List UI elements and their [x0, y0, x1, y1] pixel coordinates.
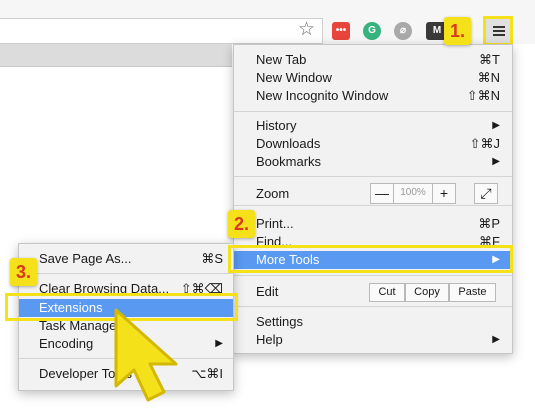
- menu-item-save-page[interactable]: Save Page As... ⌘S: [19, 250, 233, 268]
- menu-item-label: New Incognito Window: [256, 88, 389, 103]
- menu-item-label: Save Page As...: [39, 251, 132, 266]
- step-3-badge: 3.: [10, 258, 38, 286]
- shortcut-label: ⌘S: [201, 251, 223, 266]
- menu-separator: [234, 306, 512, 307]
- submenu-arrow-icon: ▶: [215, 338, 223, 349]
- menu-separator: [19, 273, 233, 274]
- hamburger-icon: [493, 26, 505, 28]
- zoom-in-button[interactable]: +: [432, 183, 456, 204]
- menu-separator: [234, 275, 512, 276]
- menu-item-label: Bookmarks: [256, 154, 322, 169]
- shortcut-label: ⇧⌘N: [466, 88, 500, 103]
- menu-item-help[interactable]: Help ▶: [234, 331, 512, 349]
- menu-item-label: Encoding: [39, 336, 94, 351]
- bookmarks-bar: [0, 44, 232, 67]
- grammarly-icon[interactable]: G: [363, 22, 381, 40]
- menu-item-label: Help: [256, 332, 283, 347]
- zoom-level: 100%: [393, 183, 433, 204]
- menu-item-settings[interactable]: Settings: [234, 313, 512, 331]
- menu-separator: [234, 111, 512, 112]
- fullscreen-icon[interactable]: ⤢: [474, 183, 498, 204]
- shortcut-label: ⌘T: [479, 52, 500, 67]
- paste-button[interactable]: Paste: [449, 283, 496, 302]
- menu-item-downloads[interactable]: Downloads ⇧⌘J: [234, 135, 512, 153]
- menu-item-label: Edit: [256, 284, 279, 299]
- copy-button[interactable]: Copy: [405, 283, 449, 302]
- menu-item-label: Settings: [256, 314, 303, 329]
- cut-button[interactable]: Cut: [369, 283, 405, 302]
- menu-item-label: Downloads: [256, 136, 321, 151]
- menu-item-new-tab[interactable]: New Tab ⌘T: [234, 51, 512, 69]
- hamburger-icon-line: [493, 34, 505, 36]
- menu-separator: [234, 205, 512, 206]
- hamburger-icon-line: [493, 30, 505, 32]
- chrome-menu-button[interactable]: [483, 16, 513, 46]
- menu-item-label: Print...: [256, 216, 294, 231]
- disable-icon[interactable]: ⌀: [394, 22, 412, 40]
- step-2-badge: 2.: [228, 210, 256, 238]
- submenu-arrow-icon: ▶: [492, 156, 500, 167]
- menu-item-new-window[interactable]: New Window ⌘N: [234, 69, 512, 87]
- menu-separator: [234, 176, 512, 177]
- zoom-out-button[interactable]: —: [370, 183, 394, 204]
- menu-item-label: New Tab: [256, 52, 307, 67]
- menu-item-label: History: [256, 118, 297, 133]
- menu-item-label: New Window: [256, 70, 332, 85]
- bookmark-star-icon[interactable]: ☆: [298, 20, 315, 40]
- submenu-arrow-icon: ▶: [492, 120, 500, 131]
- menu-item-history[interactable]: History ▶: [234, 117, 512, 135]
- submenu-arrow-icon: ▶: [492, 334, 500, 345]
- pointer-cursor-icon: [114, 308, 178, 402]
- more-tools-highlight: [228, 245, 513, 273]
- menu-item-label: Zoom: [256, 186, 290, 201]
- shortcut-label: ⌘P: [478, 216, 500, 231]
- menu-item-print[interactable]: Print... ⌘P: [234, 215, 512, 233]
- shortcut-label: ⌘N: [477, 70, 500, 85]
- adblock-icon[interactable]: •••: [332, 22, 350, 40]
- menu-item-new-incognito[interactable]: New Incognito Window ⇧⌘N: [234, 87, 512, 105]
- step-1-badge: 1.: [444, 17, 472, 45]
- address-bar[interactable]: [0, 18, 323, 44]
- shortcut-label: ⇧⌘J: [469, 136, 500, 151]
- menu-item-bookmarks[interactable]: Bookmarks ▶: [234, 153, 512, 171]
